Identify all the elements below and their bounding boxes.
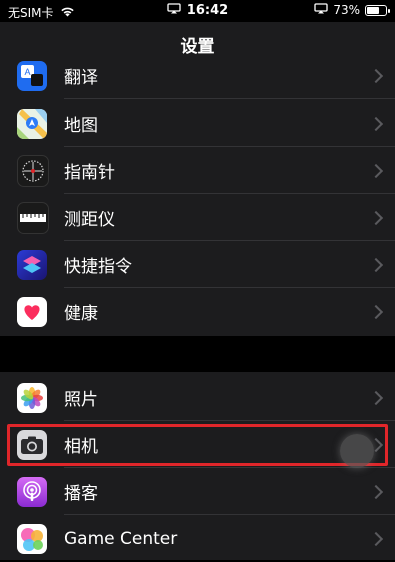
health-icon xyxy=(17,296,47,327)
settings-row-label: 翻译 xyxy=(64,68,98,88)
measure-icon xyxy=(17,201,49,234)
settings-row-label: 快捷指令 xyxy=(64,257,132,277)
settings-row-maps[interactable]: 地图 xyxy=(0,100,395,147)
camera-row-highlight xyxy=(7,424,388,466)
settings-group-2: 照片 相机 播客 Game Center xyxy=(0,372,395,560)
svg-text:A: A xyxy=(24,67,30,77)
settings-row-label: 播客 xyxy=(64,484,98,504)
chevron-right-icon xyxy=(368,484,384,499)
settings-row-shortcuts[interactable]: 快捷指令 xyxy=(0,241,395,288)
chevron-right-icon xyxy=(368,304,384,319)
chevron-right-icon xyxy=(368,257,384,272)
settings-row-podcasts[interactable]: 播客 xyxy=(0,468,395,515)
section-gap xyxy=(0,336,395,372)
airplay-icon xyxy=(314,3,328,17)
settings-row-measure[interactable]: 测距仪 xyxy=(0,194,395,241)
chevron-right-icon xyxy=(368,531,384,546)
settings-row-label: 地图 xyxy=(64,116,98,136)
settings-row-label: 健康 xyxy=(64,304,98,324)
translate-icon: A xyxy=(17,60,47,91)
shortcuts-icon xyxy=(17,249,47,280)
compass-icon xyxy=(17,154,49,187)
chevron-right-icon xyxy=(368,210,384,225)
chevron-right-icon xyxy=(368,163,384,178)
settings-row-label: 测距仪 xyxy=(64,210,115,230)
settings-group-1: A 翻译 地图 指南针 测距仪 快捷指令 健康 xyxy=(0,58,395,336)
settings-row-compass[interactable]: 指南针 xyxy=(0,147,395,194)
status-right: 73% xyxy=(314,3,390,17)
settings-row-game-center[interactable]: Game Center xyxy=(0,515,395,562)
battery-icon xyxy=(365,4,390,16)
settings-row-label: Game Center xyxy=(64,528,178,549)
settings-row-photos[interactable]: 照片 xyxy=(0,374,395,421)
settings-row-label: 照片 xyxy=(64,390,98,410)
battery-percent: 73% xyxy=(333,3,360,17)
game-center-icon xyxy=(17,523,47,554)
maps-icon xyxy=(17,108,47,139)
settings-row-translate[interactable]: A 翻译 xyxy=(0,52,395,99)
screen-mirroring-icon xyxy=(167,3,181,18)
status-bar: 无SIM卡 16:42 73% xyxy=(0,0,395,22)
status-time: 16:42 xyxy=(186,3,229,18)
chevron-right-icon xyxy=(368,390,384,405)
chevron-right-icon xyxy=(368,68,384,83)
row-divider xyxy=(64,98,395,99)
chevron-right-icon xyxy=(368,116,384,131)
settings-row-label: 指南针 xyxy=(64,163,115,183)
settings-row-health[interactable]: 健康 xyxy=(0,288,395,335)
podcasts-icon xyxy=(17,476,47,507)
photos-icon xyxy=(17,382,47,413)
battery-fill xyxy=(367,6,379,14)
touch-indicator xyxy=(340,434,374,468)
